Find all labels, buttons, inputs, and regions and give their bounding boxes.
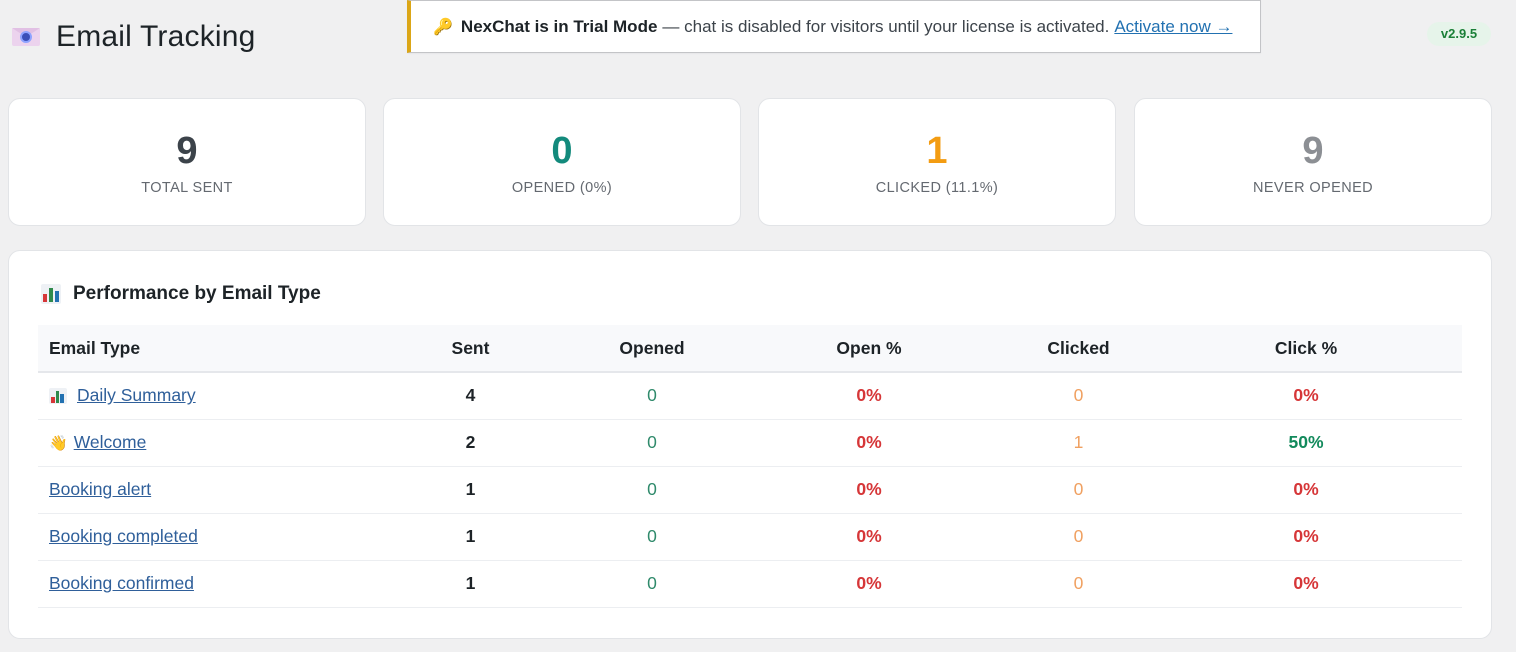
trial-mode-notice: 🔑 NexChat is in Trial Mode — chat is dis… (407, 0, 1261, 53)
cell-sent: 2 (368, 419, 573, 467)
email-type-label: Booking alert (49, 479, 152, 499)
table-row: Booking confirmed 1 0 0% 0 0% (38, 560, 1462, 608)
stat-label: TOTAL SENT (141, 180, 233, 196)
column-header-click-pct: Click % (1150, 325, 1462, 373)
table-row: Booking alert 1 0 0% 0 0% (38, 466, 1462, 514)
cell-clicked: 0 (1007, 466, 1150, 514)
table-row: Daily Summary 4 0 0% 0 0% (38, 372, 1462, 420)
cell-clicked: 0 (1007, 560, 1150, 608)
cell-email-type: Booking completed (38, 513, 368, 561)
cell-email-type: 👋 Welcome (38, 419, 368, 467)
cell-sent: 4 (368, 372, 573, 420)
email-type-link[interactable]: Booking alert (49, 479, 151, 499)
version-badge: v2.9.5 (1427, 22, 1491, 46)
bar-chart-icon (49, 388, 67, 405)
cell-opened: 0 (573, 372, 731, 420)
cell-clicked: 1 (1007, 419, 1150, 467)
key-icon: 🔑 (433, 18, 453, 36)
cell-open-pct: 0% (731, 419, 1007, 467)
page-title: Email Tracking (56, 20, 256, 53)
stat-value: 9 (176, 130, 198, 172)
notice-heading: NexChat is in Trial Mode (460, 16, 658, 36)
bar-chart-icon (41, 284, 61, 304)
stat-label: CLICKED (11.1%) (875, 180, 999, 196)
cell-sent: 1 (368, 466, 573, 514)
email-type-link[interactable]: Daily Summary (49, 385, 196, 405)
performance-panel: Performance by Email Type Email Type Sen… (8, 250, 1492, 639)
panel-title: Performance by Email Type (41, 283, 321, 305)
performance-table: Email Type Sent Opened Open % Clicked Cl… (38, 325, 1462, 608)
notice-text: — chat is disabled for visitors until yo… (662, 16, 1110, 36)
stat-value: 1 (926, 130, 948, 172)
email-type-link[interactable]: Booking confirmed (49, 573, 194, 593)
table-row: Booking completed 1 0 0% 0 0% (38, 513, 1462, 561)
table-header-row: Email Type Sent Opened Open % Clicked Cl… (38, 325, 1462, 373)
cell-sent: 1 (368, 513, 573, 561)
cell-opened: 0 (573, 419, 731, 467)
cell-sent: 1 (368, 560, 573, 608)
page-header: Email Tracking 🔑 NexChat is in Trial Mod… (0, 0, 1516, 80)
table-row: 👋 Welcome 2 0 0% 1 50% (38, 419, 1462, 467)
cell-clicked: 0 (1007, 513, 1150, 561)
cell-opened: 0 (573, 560, 731, 608)
cell-opened: 0 (573, 513, 731, 561)
stat-card-total-sent: 9 TOTAL SENT (8, 98, 366, 226)
cell-open-pct: 0% (731, 560, 1007, 608)
cell-click-pct: 0% (1150, 372, 1462, 420)
cell-opened: 0 (573, 466, 731, 514)
cell-open-pct: 0% (731, 513, 1007, 561)
column-header-opened: Opened (573, 325, 731, 373)
cell-open-pct: 0% (731, 372, 1007, 420)
cell-email-type: Booking confirmed (38, 560, 368, 608)
email-type-link[interactable]: Booking completed (49, 526, 198, 546)
cell-click-pct: 50% (1150, 419, 1462, 467)
email-icon (12, 26, 40, 48)
stat-label: NEVER OPENED (1252, 180, 1374, 196)
cell-open-pct: 0% (731, 466, 1007, 514)
stat-value: 0 (551, 130, 573, 172)
email-type-link[interactable]: 👋 Welcome (49, 432, 146, 452)
cell-click-pct: 0% (1150, 560, 1462, 608)
stat-card-clicked: 1 CLICKED (11.1%) (758, 98, 1116, 226)
column-header-open-pct: Open % (731, 325, 1007, 373)
email-type-label: Daily Summary (77, 385, 196, 406)
column-header-sent: Sent (368, 325, 573, 373)
email-type-label: Welcome (73, 432, 147, 452)
column-header-email-type: Email Type (38, 325, 368, 373)
cell-email-type: Daily Summary (38, 372, 368, 420)
stat-card-opened: 0 OPENED (0%) (383, 98, 741, 226)
panel-title-text: Performance by Email Type (73, 283, 321, 304)
stat-card-never-opened: 9 NEVER OPENED (1134, 98, 1492, 226)
waving-hand-icon: 👋 (49, 435, 68, 452)
cell-clicked: 0 (1007, 372, 1150, 420)
activate-now-link[interactable]: Activate now → (1114, 17, 1232, 37)
column-header-clicked: Clicked (1007, 325, 1150, 373)
title-group: Email Tracking (12, 20, 256, 54)
cell-email-type: Booking alert (38, 466, 368, 514)
stats-row: 9 TOTAL SENT 0 OPENED (0%) 1 CLICKED (11… (8, 98, 1492, 226)
email-type-label: Booking confirmed (49, 573, 194, 593)
cell-click-pct: 0% (1150, 466, 1462, 514)
stat-label: OPENED (0%) (511, 180, 613, 196)
email-type-label: Booking completed (49, 526, 198, 546)
cell-click-pct: 0% (1150, 513, 1462, 561)
stat-value: 9 (1302, 130, 1324, 172)
